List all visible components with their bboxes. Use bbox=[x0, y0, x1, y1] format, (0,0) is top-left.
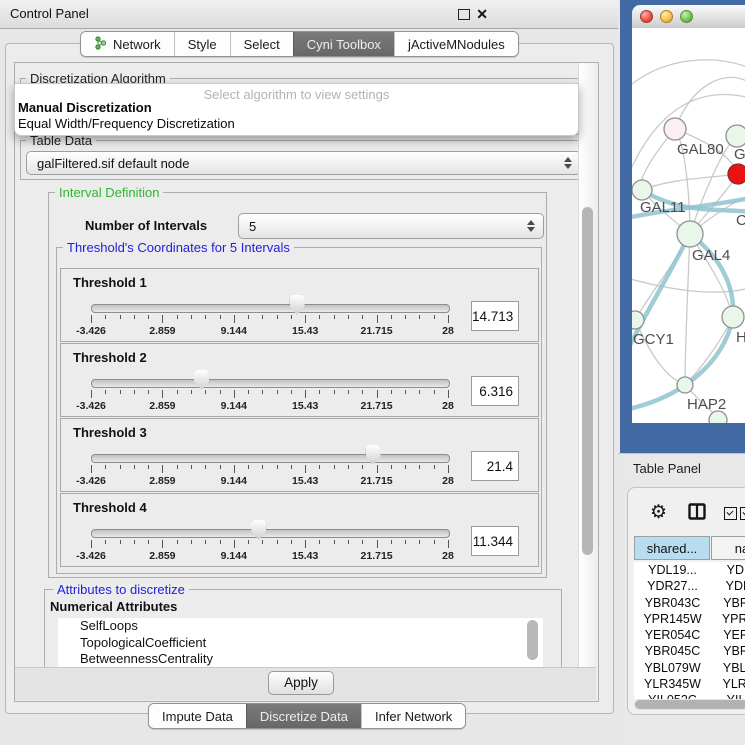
table-row[interactable]: YPR145WYPR145W bbox=[634, 611, 745, 627]
table-row[interactable]: YIL052CYIL052C bbox=[634, 692, 745, 699]
checkbox-icon[interactable] bbox=[740, 507, 745, 520]
minimize-traffic-light-icon[interactable] bbox=[660, 10, 673, 23]
node-hap2[interactable] bbox=[677, 377, 693, 393]
menu-item-manual-discretization[interactable]: Manual Discretization bbox=[18, 100, 152, 115]
slider-ticks bbox=[91, 465, 448, 474]
table-rows: YDL19...YDL19... YDR27...YDR27... YBR043… bbox=[634, 562, 745, 699]
node-label: GA bbox=[734, 146, 745, 163]
apply-button[interactable]: Apply bbox=[268, 671, 334, 695]
table-data-value: galFiltered.sif default node bbox=[27, 156, 563, 171]
node-label: H bbox=[736, 329, 745, 346]
threshold-3-value-field[interactable]: 21.4 bbox=[471, 451, 519, 481]
close-traffic-light-icon[interactable] bbox=[640, 10, 653, 23]
threshold-3-slider[interactable]: -3.4262.8599.14415.4321.71528 bbox=[91, 419, 448, 491]
threshold-1-panel: Threshold 1 -3.4262.8599.14415.4321.7152… bbox=[60, 268, 539, 342]
table-row[interactable]: YDR27...YDR27... bbox=[634, 578, 745, 594]
node-gal80[interactable] bbox=[664, 118, 686, 140]
slider-track[interactable] bbox=[91, 379, 450, 388]
combo-arrows-icon bbox=[563, 157, 572, 169]
content-scrollbar[interactable] bbox=[578, 63, 597, 667]
tab-impute-data[interactable]: Impute Data bbox=[149, 704, 246, 728]
slider-track[interactable] bbox=[91, 529, 450, 538]
table-panel-divider bbox=[618, 453, 745, 454]
node-label: GAL4 bbox=[692, 247, 730, 264]
algorithm-dropdown-popup: Select algorithm to view settings Manual… bbox=[14, 83, 579, 136]
table-horizontal-scrollbar[interactable] bbox=[634, 699, 745, 710]
node-gal11[interactable] bbox=[632, 180, 652, 200]
slider-ticks bbox=[91, 390, 448, 399]
number-of-intervals-label: Number of Intervals bbox=[85, 218, 207, 233]
node-h[interactable] bbox=[722, 306, 744, 328]
node-label: GAL11 bbox=[640, 199, 686, 216]
list-item[interactable]: SelfLoops bbox=[58, 618, 543, 635]
table-panel-box: ⚙ shared... name YDL19...YDL19... YDR27.… bbox=[627, 487, 745, 715]
checkbox-icon[interactable] bbox=[724, 507, 737, 520]
table-row[interactable]: YDL19...YDL19... bbox=[634, 562, 745, 578]
tab-discretize-data[interactable]: Discretize Data bbox=[246, 704, 361, 728]
node-label: HAP2 bbox=[687, 396, 726, 413]
list-item[interactable]: BetweennessCentrality bbox=[58, 651, 543, 667]
network-canvas[interactable]: GAL80 GA C GAL11 GAL4 GCY1 H HAP2 bbox=[632, 28, 745, 423]
table-row[interactable]: YBR045CYBR045C bbox=[634, 643, 745, 659]
table-row[interactable]: YBL079WYBL079W bbox=[634, 660, 745, 676]
number-of-intervals-value: 5 bbox=[239, 219, 526, 234]
number-of-intervals-combobox[interactable]: 5 bbox=[238, 213, 544, 239]
split-columns-icon[interactable] bbox=[688, 503, 706, 525]
threshold-4-panel: Threshold 4 -3.4262.8599.14415.4321.7152… bbox=[60, 493, 539, 567]
screen: Control Panel ✕ Network Style Select Cyn… bbox=[0, 0, 745, 745]
threshold-2-panel: Threshold 2 -3.4262.8599.14415.4321.7152… bbox=[60, 343, 539, 417]
node-gcy1[interactable] bbox=[632, 311, 644, 329]
slider-scale-labels: -3.4262.8599.14415.4321.71528 bbox=[91, 475, 448, 489]
gear-icon[interactable]: ⚙ bbox=[650, 503, 667, 523]
threshold-2-slider[interactable]: -3.4262.8599.14415.4321.71528 bbox=[91, 344, 448, 416]
node-gal4[interactable] bbox=[677, 221, 703, 247]
table-row[interactable]: YLR345WYLR345W bbox=[634, 676, 745, 692]
node-label: GCY1 bbox=[633, 331, 674, 348]
slider-ticks bbox=[91, 540, 448, 549]
attributes-list-scrollbar[interactable] bbox=[527, 620, 538, 660]
network-window-titlebar[interactable] bbox=[632, 5, 745, 29]
slider-scale-labels: -3.4262.8599.14415.4321.71528 bbox=[91, 325, 448, 339]
attributes-list: SelfLoops TopologicalCoefficient Between… bbox=[58, 618, 543, 667]
table-row[interactable]: YBR043CYBR043C bbox=[634, 595, 745, 611]
interval-definition-title: Interval Definition bbox=[55, 185, 163, 200]
attributes-title: Attributes to discretize bbox=[53, 582, 189, 597]
node-ga[interactable] bbox=[726, 125, 745, 147]
table-data-combobox[interactable]: galFiltered.sif default node bbox=[26, 151, 578, 175]
threshold-1-slider[interactable]: -3.4262.8599.14415.4321.71528 bbox=[91, 269, 448, 341]
slider-track[interactable] bbox=[91, 454, 450, 463]
zoom-traffic-light-icon[interactable] bbox=[680, 10, 693, 23]
slider-ticks bbox=[91, 315, 448, 324]
table-panel-title: Table Panel bbox=[633, 461, 701, 476]
slider-scale-labels: -3.4262.8599.14415.4321.71528 bbox=[91, 550, 448, 564]
menu-item-equal-width-frequency[interactable]: Equal Width/Frequency Discretization bbox=[18, 116, 235, 131]
slider-scale-labels: -3.4262.8599.14415.4321.71528 bbox=[91, 400, 448, 414]
slider-track[interactable] bbox=[91, 304, 450, 313]
content-scrollbar-thumb[interactable] bbox=[582, 207, 593, 555]
right-region: GAL80 GA C GAL11 GAL4 GCY1 H HAP2 Table … bbox=[618, 0, 745, 745]
numerical-attributes-label: Numerical Attributes bbox=[50, 599, 177, 614]
node-label: C bbox=[736, 212, 745, 229]
tab-infer-network[interactable]: Infer Network bbox=[361, 704, 465, 728]
threshold-1-value-field[interactable]: 14.713 bbox=[471, 301, 519, 331]
column-header-name[interactable]: name bbox=[711, 536, 745, 560]
threshold-3-panel: Threshold 3 -3.4262.8599.14415.4321.7152… bbox=[60, 418, 539, 492]
table-row[interactable]: YER054CYER054C bbox=[634, 627, 745, 643]
thresholds-title: Threshold's Coordinates for 5 Intervals bbox=[63, 240, 294, 255]
node-label: GAL80 bbox=[677, 141, 724, 158]
threshold-4-slider[interactable]: -3.4262.8599.14415.4321.71528 bbox=[91, 494, 448, 566]
combo-arrows-icon bbox=[526, 220, 535, 232]
column-header-shared-name[interactable]: shared... bbox=[634, 536, 710, 560]
table-scrollbar-thumb[interactable] bbox=[635, 700, 745, 709]
list-item[interactable]: TopologicalCoefficient bbox=[58, 635, 543, 652]
threshold-4-value-field[interactable]: 11.344 bbox=[471, 526, 519, 556]
node-red[interactable] bbox=[728, 164, 745, 184]
bottom-tab-bar: Impute Data Discretize Data Infer Networ… bbox=[148, 703, 466, 729]
threshold-2-value-field[interactable]: 6.316 bbox=[471, 376, 519, 406]
